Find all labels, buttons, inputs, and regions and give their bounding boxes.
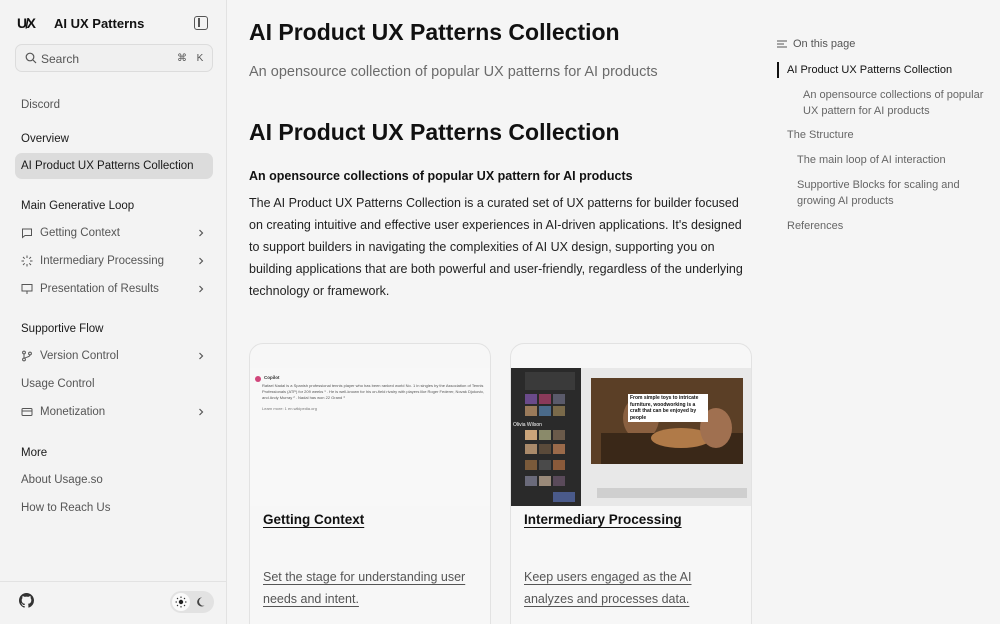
media-thumbnails: Olivia Wilson [513, 372, 575, 502]
intro-paragraph: The AI Product UX Patterns Collection is… [249, 196, 743, 298]
copilot-learn-more: Learn more: 1 en.wikipedia.org [262, 406, 317, 411]
card-title[interactable]: Intermediary Processing [524, 512, 682, 527]
editor-media-panel: Olivia Wilson [511, 368, 581, 506]
chevron-right-icon [199, 408, 204, 416]
credit-card-icon [21, 408, 33, 416]
chevron-right-icon [199, 285, 204, 293]
sidebar-section-supportive: Supportive Flow [21, 323, 104, 335]
toc-item[interactable]: An opensource collections of popular UX … [803, 87, 993, 119]
sidebar-footer [0, 581, 227, 624]
card-description[interactable]: Keep users engaged as the AI analyzes an… [524, 566, 739, 610]
sidebar-item-usage-control[interactable]: Usage Control [15, 371, 213, 397]
card-preview-video-editor: Olivia Wilson From simple toys to intric… [511, 368, 751, 506]
sidebar-item-label: Monetization [40, 406, 106, 418]
sidebar-header: U̸X AI UX Patterns [0, 0, 227, 46]
dark-mode-button[interactable] [193, 593, 211, 611]
card-getting-context[interactable]: Copilot Rafael Nadal is a Spanish profes… [249, 343, 491, 624]
copilot-name: Copilot [264, 375, 280, 380]
sidebar-item-about[interactable]: About Usage.so [15, 467, 213, 493]
sidebar-item-presentation-of-results[interactable]: Presentation of Results [15, 276, 213, 302]
sidebar-item-collection[interactable]: AI Product UX Patterns Collection [15, 153, 213, 179]
article-subheading: An opensource collections of popular UX … [249, 169, 633, 183]
logo[interactable]: U̸X [17, 15, 36, 31]
moon-icon [197, 597, 205, 607]
sidebar-section-more: More [21, 447, 48, 459]
sidebar-item-monetization[interactable]: Monetization [15, 399, 213, 425]
video-editor-mock: Olivia Wilson From simple toys to intric… [511, 368, 751, 506]
sidebar-item-getting-context[interactable]: Getting Context [15, 220, 213, 246]
page-title: AI Product UX Patterns Collection [249, 19, 620, 45]
article-heading: AI Product UX Patterns Collection [249, 119, 620, 145]
card-description[interactable]: Set the stage for understanding user nee… [263, 566, 478, 610]
video-caption: From simple toys to intricate furniture,… [628, 394, 708, 422]
sidebar-item-version-control[interactable]: Version Control [15, 343, 213, 369]
search-placeholder: Search [41, 52, 80, 66]
toc-item[interactable]: The main loop of AI interaction [797, 152, 987, 168]
light-mode-button[interactable] [172, 593, 190, 611]
page-subtitle: An opensource collection of popular UX p… [249, 64, 658, 80]
toc-item[interactable]: The Structure [787, 127, 982, 143]
github-icon[interactable] [19, 593, 34, 608]
editor-timeline [597, 488, 747, 498]
copilot-logo-icon [255, 376, 261, 382]
sidebar-section-overview: Overview [21, 133, 69, 145]
sidebar-toggle-icon[interactable] [194, 16, 208, 30]
toc-item[interactable]: Supportive Blocks for scaling and growin… [797, 177, 982, 209]
toc-item[interactable]: References [787, 218, 982, 234]
app-title[interactable]: AI UX Patterns [54, 16, 144, 31]
sidebar-item-label: Intermediary Processing [40, 255, 164, 267]
git-branch-icon [22, 350, 32, 362]
card-preview-copilot: Copilot Rafael Nadal is a Spanish profes… [250, 368, 490, 506]
search-icon [25, 52, 37, 64]
toc-active-indicator [777, 62, 779, 78]
loader-icon [21, 255, 33, 267]
editor-canvas: From simple toys to intricate furniture,… [591, 378, 743, 464]
message-square-icon [22, 228, 32, 239]
chevron-right-icon [199, 257, 204, 265]
copilot-mock: Copilot Rafael Nadal is a Spanish profes… [250, 368, 490, 506]
card-title[interactable]: Getting Context [263, 512, 364, 527]
sidebar-item-label: Version Control [40, 350, 119, 362]
card-intermediary-processing[interactable]: Olivia Wilson From simple toys to intric… [510, 343, 752, 624]
sidebar-section-main-loop: Main Generative Loop [21, 200, 135, 212]
sidebar-item-intermediary-processing[interactable]: Intermediary Processing [15, 248, 213, 274]
kbd-k: K [196, 53, 204, 64]
search-button[interactable]: Search ⌘ K [15, 44, 213, 72]
toc-item[interactable]: AI Product UX Patterns Collection [787, 62, 982, 78]
sidebar-item-label: Presentation of Results [40, 283, 159, 295]
text-align-icon [777, 40, 787, 48]
sun-icon [175, 596, 187, 608]
copilot-answer: Rafael Nadal is a Spanish professional t… [262, 383, 485, 400]
chevron-right-icon [199, 352, 204, 360]
sidebar-item-discord[interactable]: Discord [15, 92, 213, 118]
sidebar-item-reach-us[interactable]: How to Reach Us [15, 495, 213, 521]
toc-heading-label: On this page [793, 38, 856, 50]
theme-toggle [170, 591, 214, 613]
presentation-icon [21, 284, 33, 294]
sidebar: U̸X AI UX Patterns Search ⌘ K Discord Ov… [0, 0, 227, 624]
sidebar-item-label: Getting Context [40, 227, 120, 239]
chevron-right-icon [199, 229, 204, 237]
presenter-name: Olivia Wilson [513, 422, 542, 428]
kbd-cmd: ⌘ [177, 53, 187, 64]
